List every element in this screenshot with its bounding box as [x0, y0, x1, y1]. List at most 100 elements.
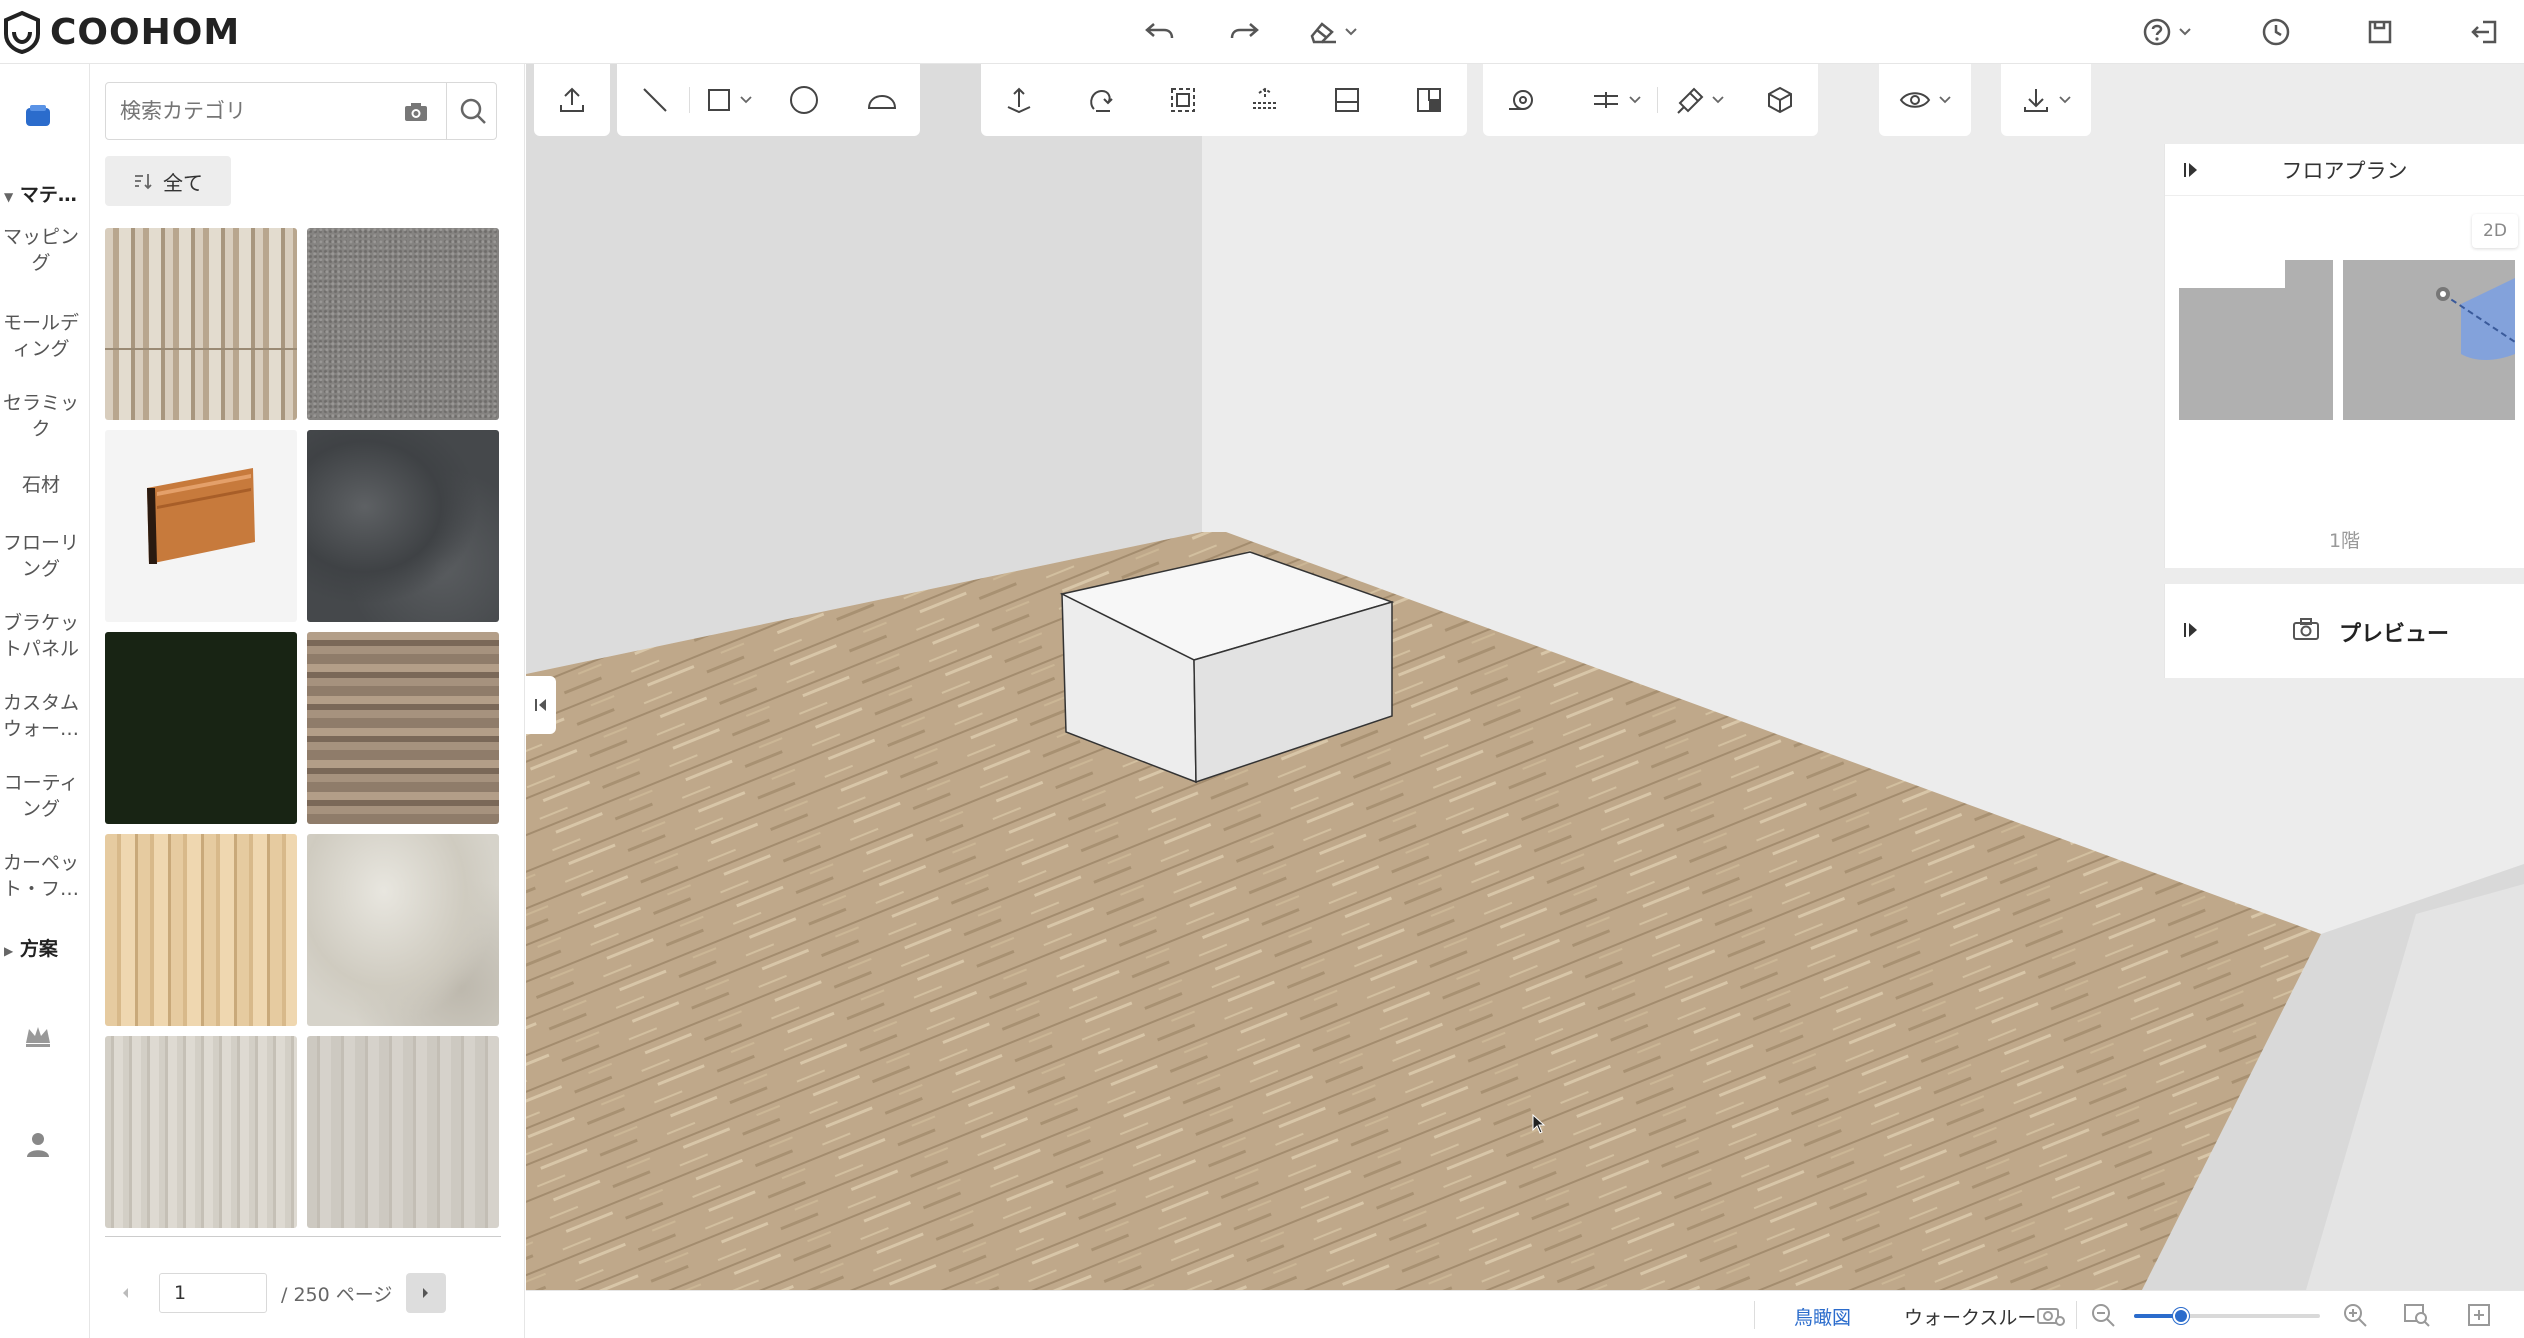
material-tile[interactable]: [105, 834, 297, 1026]
floor-label[interactable]: 1階: [2165, 526, 2524, 553]
search-icon[interactable]: [446, 83, 498, 139]
page-number-input[interactable]: [159, 1273, 267, 1313]
top-right-actions: [2142, 12, 2504, 52]
user-icon[interactable]: [18, 1124, 58, 1164]
history-icon[interactable]: [2256, 12, 2296, 52]
rail-item-carpet[interactable]: カーペット・フ…: [0, 850, 82, 902]
rectangle-dropdown[interactable]: [696, 72, 762, 128]
material-tile[interactable]: [307, 632, 499, 824]
rail-item-bracket-panel[interactable]: ブラケットパネル: [0, 610, 82, 662]
view-dropdown[interactable]: [1889, 72, 1961, 128]
material-tile[interactable]: [105, 228, 297, 420]
circle-icon[interactable]: [776, 72, 832, 128]
rail-item-molding[interactable]: モールディング: [0, 310, 82, 362]
crown-icon[interactable]: [18, 1016, 58, 1056]
search-input[interactable]: [120, 95, 390, 127]
collapse-panel-icon[interactable]: [526, 676, 556, 734]
chevron-down-icon: [1939, 96, 1951, 104]
material-tile[interactable]: [307, 834, 499, 1026]
fullscreen-icon[interactable]: [2462, 1299, 2496, 1331]
zoom-fit-icon[interactable]: [2400, 1299, 2434, 1331]
rail-item-mapping[interactable]: マッピング: [0, 224, 82, 276]
camera-settings-icon[interactable]: [2034, 1299, 2068, 1331]
rail-group-materials[interactable]: ▼ マテ…: [0, 180, 90, 207]
material-tile[interactable]: [105, 430, 297, 622]
align-icon[interactable]: [1237, 72, 1293, 128]
eraser-icon: [1310, 22, 1336, 44]
material-tile[interactable]: [307, 228, 499, 420]
grid-scroll-edge: [105, 1236, 501, 1238]
select-region-icon[interactable]: [1155, 72, 1211, 128]
chevron-down-icon: [2179, 28, 2191, 36]
toolbar-view-group: [1879, 64, 1971, 136]
tab-bird-view[interactable]: 鳥瞰図: [1794, 1303, 1851, 1330]
floor-plan-map[interactable]: [2165, 204, 2524, 444]
rail-item-stone[interactable]: 石材: [0, 472, 82, 498]
mouse-cursor-icon: [1532, 1113, 1546, 1138]
upload-icon[interactable]: [544, 72, 600, 128]
extrude-icon[interactable]: [991, 72, 1047, 128]
material-tile[interactable]: [105, 1036, 297, 1228]
rotate-icon[interactable]: [1073, 72, 1129, 128]
camera-icon[interactable]: [2289, 614, 2323, 644]
logo[interactable]: COOHOM: [0, 10, 240, 54]
eraser-dropdown[interactable]: [1308, 18, 1358, 46]
filter-all-button[interactable]: 全て: [105, 156, 231, 206]
rail-group-label: 方案: [19, 938, 58, 960]
rail-group-plans[interactable]: ▶ 方案: [0, 934, 90, 961]
material-tile[interactable]: [307, 430, 499, 622]
split-icon[interactable]: [1319, 72, 1375, 128]
divider: [1657, 87, 1658, 113]
divider: [689, 87, 690, 113]
rail-item-custom-wall[interactable]: カスタムウォー…: [0, 690, 82, 742]
help-icon: [2143, 18, 2171, 46]
logo-text: COOHOM: [50, 11, 241, 53]
download-dropdown[interactable]: [2011, 72, 2081, 128]
zoom-in-icon[interactable]: [2338, 1299, 2372, 1331]
zoom-out-icon[interactable]: [2086, 1299, 2120, 1331]
top-bar: COOHOM: [0, 0, 2524, 64]
divider: [2076, 1301, 2077, 1329]
rail-item-coating[interactable]: コーティング: [0, 770, 82, 822]
pattern-icon[interactable]: [1401, 72, 1457, 128]
rail-item-flooring[interactable]: フローリング: [0, 530, 82, 582]
solid-icon[interactable]: [1752, 72, 1808, 128]
toolbar-measure-group: [1483, 64, 1818, 136]
exit-icon[interactable]: [2464, 12, 2504, 52]
material-tile[interactable]: [307, 1036, 499, 1228]
page-total: / 250 ページ: [281, 1283, 393, 1306]
zoom-slider-knob[interactable]: [2172, 1308, 2189, 1324]
preview-title[interactable]: プレビュー: [2339, 616, 2449, 648]
left-rail: ▼ マテ… マッピング モールディング セラミック 石材 フローリング ブラケッ…: [0, 64, 90, 1338]
line-icon[interactable]: [627, 72, 683, 128]
chevron-down-icon: [740, 96, 752, 104]
2d-mode-toggle[interactable]: 2D: [2472, 214, 2518, 248]
rail-item-ceramic[interactable]: セラミック: [0, 390, 82, 442]
sort-icon: [135, 174, 152, 190]
divider: [1754, 1301, 1755, 1329]
zoom-slider[interactable]: [2134, 1308, 2320, 1324]
moulding-thumbnail: [147, 468, 255, 564]
collapse-preview-icon[interactable]: [2179, 618, 2203, 642]
arc-icon[interactable]: [854, 72, 910, 128]
floor-plan-header: フロアプラン: [2165, 144, 2524, 196]
dimension-dropdown[interactable]: [1581, 72, 1651, 128]
measure-icon[interactable]: [1493, 72, 1549, 128]
material-tile[interactable]: [105, 632, 297, 824]
undo-icon[interactable]: [1140, 12, 1180, 52]
paint-dropdown[interactable]: [1664, 72, 1734, 128]
toolbar-download-group: [2001, 64, 2091, 136]
preview-panel: プレビュー: [2164, 584, 2524, 678]
save-icon[interactable]: [2360, 12, 2400, 52]
edit-actions: [1140, 12, 1358, 52]
materials-nav-icon[interactable]: [20, 98, 56, 134]
chevron-down-icon: [1629, 96, 1641, 104]
rail-group-label: マテ…: [19, 184, 77, 206]
redo-icon[interactable]: [1224, 12, 1264, 52]
prev-page-icon[interactable]: [105, 1273, 145, 1313]
help-dropdown[interactable]: [2142, 17, 2192, 47]
camera-search-icon[interactable]: [396, 93, 436, 131]
tab-walkthrough[interactable]: ウォークスルー: [1904, 1303, 2036, 1330]
dimension-icon: [1594, 92, 1618, 108]
next-page-icon[interactable]: [406, 1273, 447, 1313]
